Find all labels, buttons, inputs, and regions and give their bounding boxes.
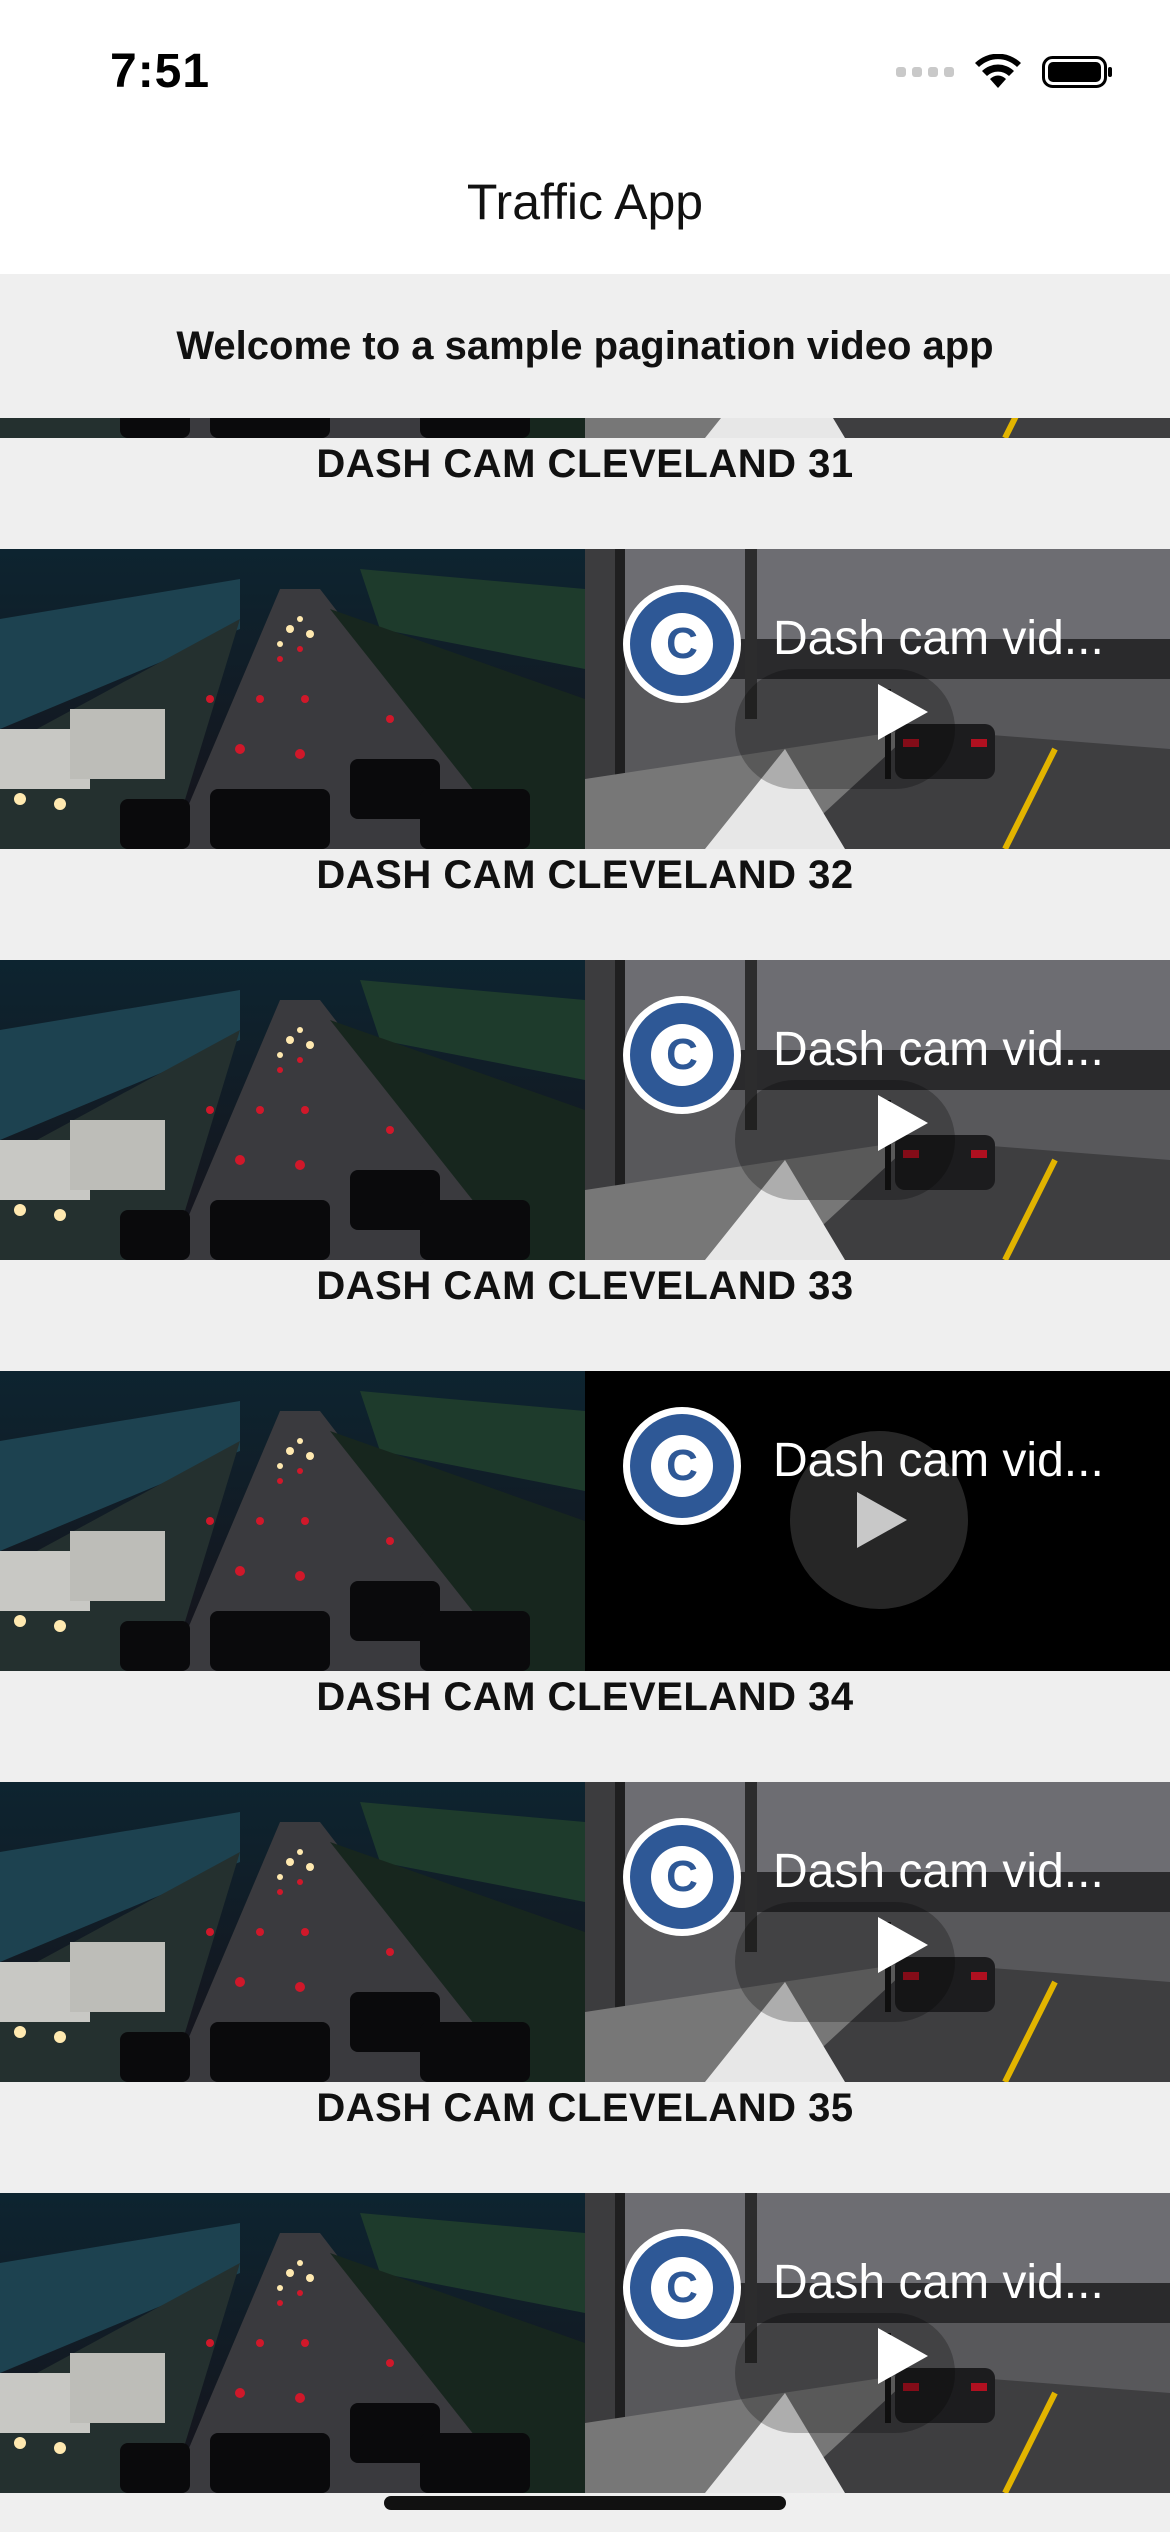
- status-bar: 7:51: [0, 0, 1170, 140]
- channel-avatar-letter: C: [651, 2257, 713, 2319]
- welcome-text: Welcome to a sample pagination video app: [176, 323, 994, 368]
- traffic-thumbnail[interactable]: [0, 960, 585, 1260]
- video-media-row: C Dash cam vid...: [0, 418, 1170, 438]
- video-media-row: C Dash cam vid...: [0, 960, 1170, 1260]
- video-title[interactable]: Dash cam vid...: [773, 1844, 1153, 1899]
- video-list-item: C Dash cam vid... DASH CAM CLEVELAND 33: [0, 960, 1170, 1371]
- video-list-item: C Dash cam vid...: [0, 2193, 1170, 2532]
- status-icons: [896, 52, 1114, 92]
- play-icon: [878, 684, 928, 740]
- play-button[interactable]: [855, 667, 945, 757]
- video-player[interactable]: C Dash cam vid...: [585, 1782, 1170, 2082]
- traffic-thumbnail[interactable]: [0, 1371, 585, 1671]
- video-list-item: C Dash cam vid... DASH CAM CLEVELAND 34: [0, 1371, 1170, 1782]
- play-icon: [857, 1492, 907, 1548]
- video-player[interactable]: C Dash cam vid...: [585, 549, 1170, 849]
- video-player[interactable]: C Dash cam vid...: [585, 960, 1170, 1260]
- home-indicator[interactable]: [384, 2496, 786, 2510]
- cellular-signal-icon: [896, 67, 954, 77]
- traffic-thumbnail-image: [0, 1782, 585, 2082]
- video-caption: DASH CAM CLEVELAND 35: [316, 2085, 854, 2130]
- video-caption: DASH CAM CLEVELAND 33: [316, 1263, 854, 1308]
- video-media-row: C Dash cam vid...: [0, 1782, 1170, 2082]
- traffic-thumbnail-image: [0, 1371, 585, 1671]
- channel-avatar-letter: C: [651, 613, 713, 675]
- video-media-row: C Dash cam vid...: [0, 1371, 1170, 1671]
- traffic-thumbnail-image: [0, 960, 585, 1260]
- video-list-item: C Dash cam vid... DASH CAM CLEVELAND 31: [0, 418, 1170, 549]
- channel-avatar[interactable]: C: [623, 2229, 741, 2347]
- wifi-icon: [975, 54, 1021, 88]
- video-list-item: C Dash cam vid... DASH CAM CLEVELAND 35: [0, 1782, 1170, 2193]
- video-preview-image: [585, 418, 1170, 438]
- video-title[interactable]: Dash cam vid...: [773, 1022, 1153, 1077]
- video-media-row: C Dash cam vid...: [0, 2193, 1170, 2493]
- battery-icon: [1042, 56, 1112, 88]
- channel-avatar[interactable]: C: [623, 585, 741, 703]
- channel-avatar-letter: C: [651, 1024, 713, 1086]
- channel-avatar[interactable]: C: [623, 996, 741, 1114]
- traffic-thumbnail[interactable]: [0, 2193, 585, 2493]
- traffic-thumbnail[interactable]: [0, 1782, 585, 2082]
- video-title[interactable]: Dash cam vid...: [773, 2255, 1153, 2310]
- status-time: 7:51: [110, 45, 211, 98]
- video-caption: DASH CAM CLEVELAND 31: [316, 441, 854, 486]
- play-button[interactable]: [855, 1078, 945, 1168]
- traffic-thumbnail-image: [0, 549, 585, 849]
- video-media-row: C Dash cam vid...: [0, 549, 1170, 849]
- traffic-thumbnail[interactable]: [0, 418, 585, 438]
- video-feed-list: C Dash cam vid... DASH CAM CLEVELAND 31: [0, 418, 1170, 2532]
- channel-avatar[interactable]: C: [623, 1407, 741, 1525]
- play-icon: [878, 1917, 928, 1973]
- play-icon: [878, 1095, 928, 1151]
- video-title[interactable]: Dash cam vid...: [773, 611, 1153, 666]
- play-button[interactable]: [790, 1431, 968, 1609]
- nav-bar: Traffic App: [0, 140, 1170, 274]
- video-list-item: C Dash cam vid... DASH CAM CLEVELAND 32: [0, 549, 1170, 960]
- video-feed[interactable]: C Dash cam vid... DASH CAM CLEVELAND 31: [0, 418, 1170, 2532]
- traffic-thumbnail-image: [0, 418, 585, 438]
- video-caption: DASH CAM CLEVELAND 34: [316, 1674, 854, 1719]
- play-button[interactable]: [855, 1900, 945, 1990]
- video-player[interactable]: C Dash cam vid...: [585, 1371, 1170, 1671]
- traffic-thumbnail-image: [0, 2193, 585, 2493]
- nav-title: Traffic App: [466, 174, 704, 230]
- video-caption: DASH CAM CLEVELAND 32: [316, 852, 854, 897]
- channel-avatar[interactable]: C: [623, 1818, 741, 1936]
- video-player[interactable]: C Dash cam vid...: [585, 2193, 1170, 2493]
- play-button[interactable]: [855, 2311, 945, 2401]
- video-player[interactable]: C Dash cam vid...: [585, 418, 1170, 438]
- traffic-thumbnail[interactable]: [0, 549, 585, 849]
- welcome-banner: Welcome to a sample pagination video app: [0, 274, 1170, 418]
- play-icon: [878, 2328, 928, 2384]
- channel-avatar-letter: C: [651, 1846, 713, 1908]
- channel-avatar-letter: C: [651, 1435, 713, 1497]
